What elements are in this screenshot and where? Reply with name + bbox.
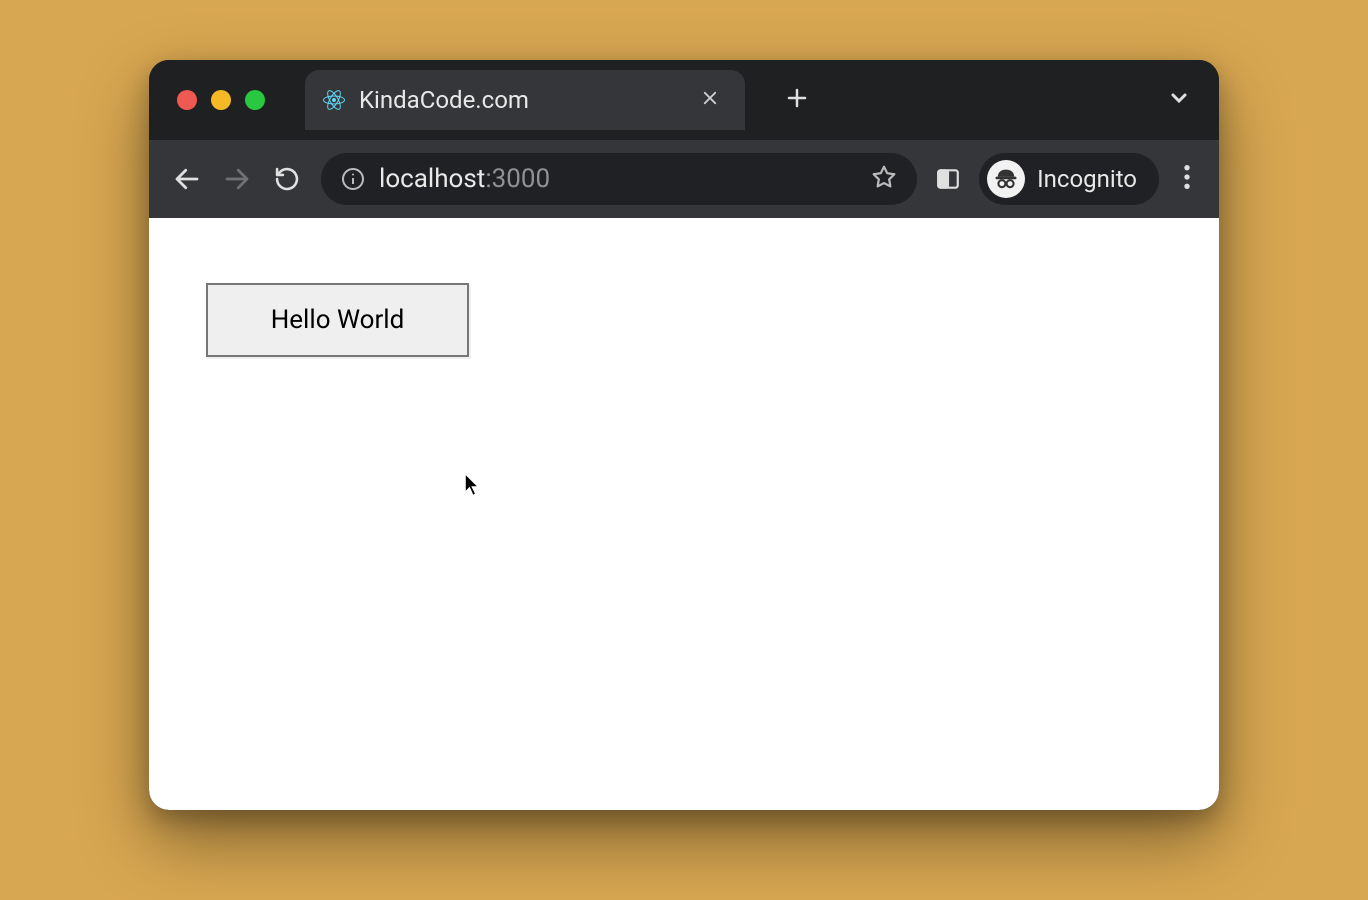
browser-window: KindaCode.com	[149, 60, 1219, 810]
bookmark-star-icon[interactable]	[871, 164, 897, 194]
url-port: :3000	[485, 164, 550, 194]
forward-button	[221, 163, 253, 195]
incognito-indicator[interactable]: Incognito	[979, 153, 1159, 205]
url-host: localhost	[379, 164, 485, 194]
page-viewport: Hello World	[149, 218, 1219, 810]
url-text: localhost:3000	[379, 164, 857, 194]
tab-title: KindaCode.com	[359, 86, 683, 114]
hello-world-button[interactable]: Hello World	[206, 283, 469, 357]
browser-menu-button[interactable]	[1177, 159, 1197, 199]
site-info-icon[interactable]	[341, 167, 365, 191]
tab-strip: KindaCode.com	[149, 60, 1219, 140]
window-controls	[171, 90, 265, 110]
browser-toolbar: localhost:3000 Incognito	[149, 140, 1219, 218]
minimize-window-button[interactable]	[211, 90, 231, 110]
reload-button[interactable]	[271, 163, 303, 195]
incognito-icon	[987, 160, 1025, 198]
maximize-window-button[interactable]	[245, 90, 265, 110]
back-button[interactable]	[171, 163, 203, 195]
close-window-button[interactable]	[177, 90, 197, 110]
mouse-cursor-icon	[464, 473, 482, 499]
tabs-dropdown-button[interactable]	[1161, 80, 1197, 120]
side-panel-icon[interactable]	[935, 166, 961, 192]
react-icon	[323, 89, 345, 111]
incognito-label: Incognito	[1037, 165, 1137, 193]
address-bar[interactable]: localhost:3000	[321, 153, 917, 205]
new-tab-button[interactable]	[775, 77, 819, 124]
browser-tab[interactable]: KindaCode.com	[305, 70, 745, 130]
close-tab-button[interactable]	[697, 84, 723, 117]
